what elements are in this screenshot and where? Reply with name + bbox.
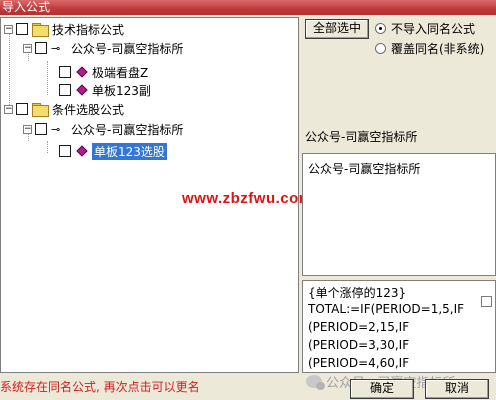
collapse-toggle[interactable]: − <box>4 104 13 114</box>
collapse-toggle[interactable]: − <box>23 43 32 53</box>
radio-overwrite[interactable]: 覆盖同名(非系统) <box>375 40 484 57</box>
node-checkbox[interactable] <box>35 123 47 135</box>
ok-button[interactable]: 确定 <box>350 379 414 399</box>
description-text: 公众号-司赢空指标所 <box>308 162 421 176</box>
formula-gem-icon <box>76 66 88 78</box>
code-line: TOTAL:=IF(PERIOD=1,5,IF <box>308 302 465 316</box>
folder-icon <box>32 23 49 37</box>
option-checkbox[interactable] <box>481 296 492 307</box>
tree-node-label: 单板123副 <box>92 83 151 98</box>
tree-node-formula[interactable]: 单板123副 <box>59 82 151 98</box>
wechat-icon <box>306 375 325 390</box>
tree-line <box>47 61 48 95</box>
radio-no-import[interactable]: 不导入同名公式 <box>375 20 475 37</box>
tree-node-label: 单板123选股 <box>92 142 167 160</box>
code-line: (PERIOD=4,60,IF <box>308 356 410 370</box>
node-checkbox[interactable] <box>59 66 71 78</box>
status-message: 系统存在同名公式, 再次点击可以更名 <box>0 380 200 394</box>
tree-node-condition-formulas[interactable]: − 条件选股公式 <box>4 101 124 117</box>
collapse-toggle[interactable]: − <box>23 124 32 134</box>
collapse-toggle[interactable]: − <box>4 24 13 34</box>
formula-gem-icon <box>76 84 88 96</box>
tree-line <box>9 29 10 109</box>
radio-button-checked[interactable] <box>375 23 386 34</box>
code-line: (PERIOD=3,30,IF <box>308 338 410 352</box>
tree-node-group[interactable]: − ⊸ 公众号-司赢空指标所 <box>23 121 183 137</box>
tree-node-label: 技术指标公式 <box>52 22 125 37</box>
key-icon: ⊸ <box>51 122 60 136</box>
node-checkbox[interactable] <box>16 23 28 35</box>
tree-node-label: 公众号-司赢空指标所 <box>71 41 184 56</box>
tree-node-formula-selected[interactable]: 单板123选股 <box>59 142 167 160</box>
description-panel: 公众号-司赢空指标所 <box>302 153 496 276</box>
formula-gem-icon <box>76 145 88 157</box>
formula-name-label: 公众号-司赢空指标所 <box>305 130 418 144</box>
radio-button[interactable] <box>375 43 386 54</box>
tree-node-group[interactable]: − ⊸ 公众号-司赢空指标所 <box>23 40 183 56</box>
tree-node-label: 公众号-司赢空指标所 <box>71 122 184 137</box>
window-title: 导入公式 <box>0 0 496 15</box>
radio-label: 覆盖同名(非系统) <box>391 42 485 56</box>
code-panel: {单个涨停的123} TOTAL:=IF(PERIOD=1,5,IF (PERI… <box>302 280 496 373</box>
key-icon: ⊸ <box>51 41 60 55</box>
node-checkbox[interactable] <box>16 103 28 115</box>
radio-label: 不导入同名公式 <box>391 22 476 36</box>
tree-line <box>47 141 48 153</box>
node-checkbox[interactable] <box>59 84 71 96</box>
cancel-button[interactable]: 取消 <box>425 379 489 399</box>
select-all-button[interactable]: 全部选中 <box>305 19 369 39</box>
folder-icon <box>32 103 49 117</box>
tree-node-technical-formulas[interactable]: − 技术指标公式 <box>4 21 124 37</box>
tree-node-label: 条件选股公式 <box>52 102 125 117</box>
site-watermark: www.zbzfwu.com <box>182 190 313 207</box>
code-line: (PERIOD=2,15,IF <box>308 320 410 334</box>
node-checkbox[interactable] <box>59 145 71 157</box>
tree-node-formula[interactable]: 极端看盘Z <box>59 64 148 80</box>
tree-node-label: 极端看盘Z <box>92 65 149 80</box>
node-checkbox[interactable] <box>35 42 47 54</box>
code-line: {单个涨停的123} <box>308 286 407 300</box>
